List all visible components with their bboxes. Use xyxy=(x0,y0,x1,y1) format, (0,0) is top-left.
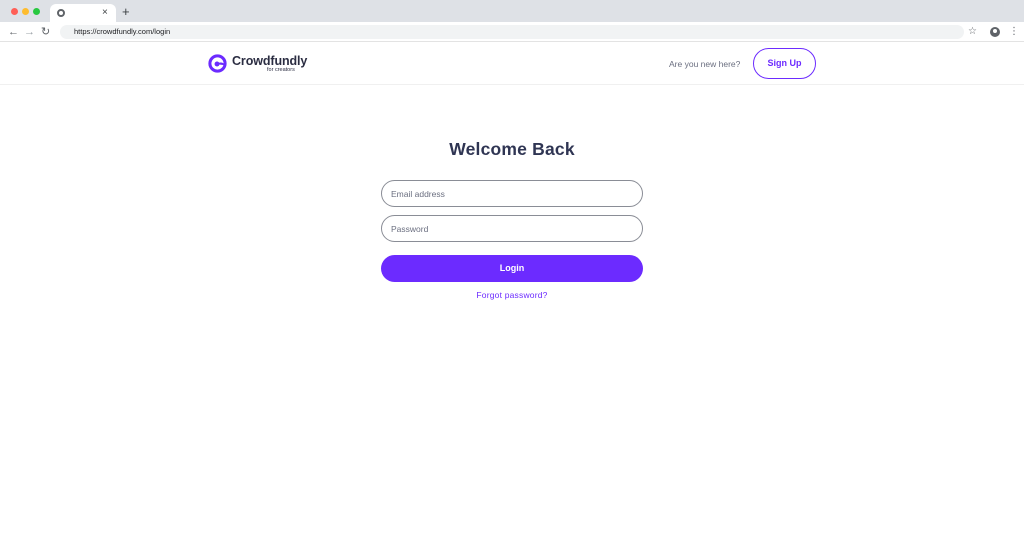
page-title: Welcome Back xyxy=(449,139,575,159)
password-input[interactable] xyxy=(391,216,631,241)
window-minimize-dot[interactable] xyxy=(22,8,29,15)
chrome-icon xyxy=(57,9,65,17)
new-user-prompt: Are you new here? xyxy=(669,59,741,69)
site-header: Crowdfundly for creators Are you new her… xyxy=(0,43,1024,85)
window-close-dot[interactable] xyxy=(11,8,18,15)
browser-tab[interactable]: × xyxy=(50,4,116,22)
new-tab-icon[interactable]: + xyxy=(122,5,130,19)
brand-tagline: for creators xyxy=(267,67,295,73)
sign-up-button[interactable]: Sign Up xyxy=(753,48,816,79)
star-icon[interactable]: ☆ xyxy=(968,25,977,39)
reload-icon[interactable]: ↻ xyxy=(41,25,50,39)
browser-tab-strip: × + xyxy=(0,0,1024,22)
brand-logo[interactable]: Crowdfundly for creators xyxy=(208,53,318,77)
browser-toolbar: ← → ↻ https://crowdfundly.com/login ☆ ⋮ xyxy=(0,22,1024,42)
tab-close-icon[interactable]: × xyxy=(102,6,108,20)
address-bar-url[interactable]: https://crowdfundly.com/login xyxy=(74,26,170,38)
email-field[interactable] xyxy=(381,180,643,207)
profile-icon[interactable] xyxy=(990,27,1000,37)
email-input[interactable] xyxy=(391,181,631,206)
crowdfundly-logo-icon xyxy=(208,54,227,73)
password-field[interactable] xyxy=(381,215,643,242)
window-zoom-dot[interactable] xyxy=(33,8,40,15)
login-button[interactable]: Login xyxy=(381,255,643,282)
arrow-right-icon[interactable]: → xyxy=(24,25,35,39)
forgot-password-row: Forgot password? xyxy=(0,289,1024,301)
address-bar[interactable]: https://crowdfundly.com/login xyxy=(60,25,964,39)
forgot-password-link[interactable]: Forgot password? xyxy=(476,290,547,300)
arrow-left-icon[interactable]: ← xyxy=(8,25,19,39)
kebab-menu-icon[interactable]: ⋮ xyxy=(1009,25,1019,39)
